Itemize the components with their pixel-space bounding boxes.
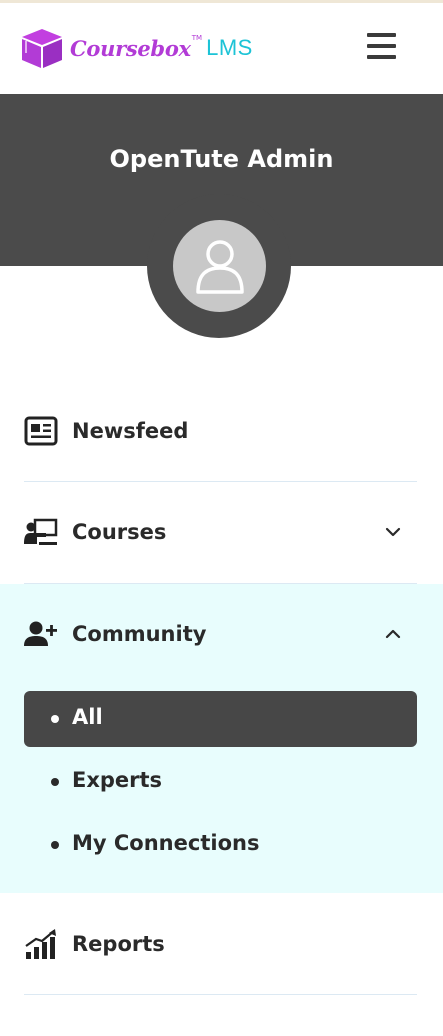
chart-growth-icon bbox=[24, 929, 58, 959]
community-sub-item-experts[interactable]: Experts bbox=[24, 754, 417, 810]
app-header: Coursebox TM LMS bbox=[0, 3, 443, 94]
brand-logo[interactable]: Coursebox TM LMS bbox=[20, 26, 253, 70]
sub-item-label: My Connections bbox=[72, 831, 260, 855]
nav-item-courses[interactable]: Courses bbox=[0, 502, 443, 562]
community-sub-item-all[interactable]: All bbox=[24, 691, 417, 747]
nav-label-reports: Reports bbox=[72, 932, 165, 956]
nav-divider bbox=[24, 481, 417, 482]
nav-item-community[interactable]: Community bbox=[0, 604, 443, 664]
chevron-down-icon[interactable] bbox=[383, 522, 403, 542]
nav-divider bbox=[24, 994, 417, 995]
hamburger-icon-bar bbox=[367, 44, 396, 48]
chevron-up-icon[interactable] bbox=[383, 624, 403, 644]
bullet-icon bbox=[51, 715, 59, 723]
avatar[interactable] bbox=[173, 220, 266, 312]
sub-item-label: Experts bbox=[72, 768, 163, 792]
user-icon bbox=[195, 240, 244, 294]
brand-suffix: LMS bbox=[206, 35, 253, 60]
community-sub-item-my-connections[interactable]: My Connections bbox=[24, 817, 417, 873]
graduation-box-icon bbox=[22, 29, 62, 68]
nav-label-community: Community bbox=[72, 622, 207, 646]
brand-trademark: TM bbox=[191, 34, 203, 42]
bullet-icon bbox=[51, 778, 59, 786]
nav-label-newsfeed: Newsfeed bbox=[72, 419, 189, 443]
hamburger-icon bbox=[367, 33, 396, 37]
hamburger-icon-bar bbox=[367, 55, 396, 59]
bullet-icon bbox=[51, 841, 59, 849]
newspaper-icon bbox=[24, 416, 58, 446]
nav-label-courses: Courses bbox=[72, 520, 167, 544]
nav-item-reports[interactable]: Reports bbox=[0, 914, 443, 974]
nav-item-newsfeed[interactable]: Newsfeed bbox=[0, 401, 443, 461]
brand-name: Coursebox bbox=[70, 35, 191, 61]
sub-item-label: All bbox=[72, 705, 103, 729]
profile-name: OpenTute Admin bbox=[109, 145, 334, 173]
user-plus-icon bbox=[24, 619, 58, 649]
teacher-board-icon bbox=[24, 517, 58, 547]
hamburger-menu-button[interactable] bbox=[363, 32, 401, 64]
